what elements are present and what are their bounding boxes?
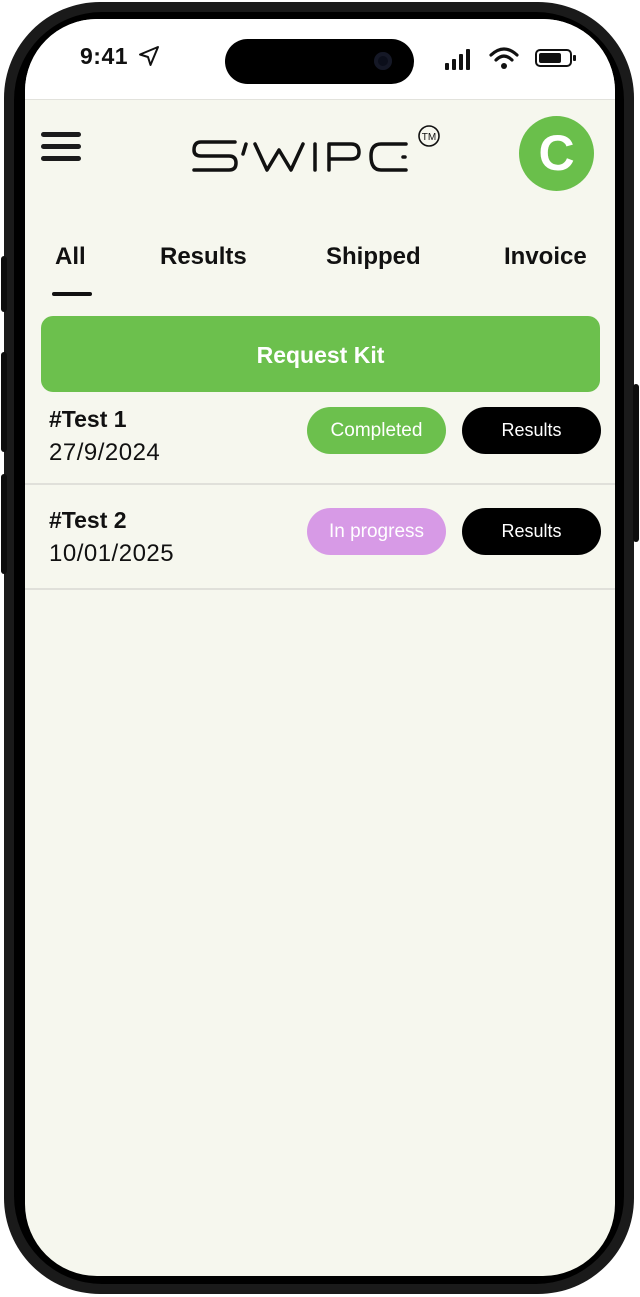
tab-shipped[interactable]: Shipped: [326, 243, 421, 271]
status-badge: In progress: [307, 508, 446, 555]
tab-all[interactable]: All: [55, 243, 86, 271]
phone-action-button: [1, 256, 7, 312]
active-tab-indicator: [52, 292, 92, 296]
test-date: 27/9/2024: [49, 439, 161, 466]
phone-volume-down-button: [1, 474, 7, 574]
request-kit-button[interactable]: Request Kit: [41, 316, 600, 392]
status-bar: 9:41: [25, 19, 615, 100]
status-badge: Completed: [307, 407, 446, 454]
swipc-logo: TM: [192, 125, 440, 172]
test-name: #Test 1: [49, 406, 127, 432]
tab-invoice[interactable]: Invoice: [504, 243, 587, 271]
dynamic-island: [225, 39, 414, 84]
wifi-icon: [489, 47, 519, 69]
front-camera: [374, 52, 392, 70]
avatar[interactable]: C: [519, 116, 594, 191]
tab-results[interactable]: Results: [160, 243, 247, 271]
results-button[interactable]: Results: [462, 508, 601, 555]
battery-icon: [535, 49, 576, 67]
test-name: #Test 2: [49, 507, 127, 533]
cellular-signal-icon: [445, 49, 470, 70]
trademark-mark: TM: [422, 132, 436, 143]
menu-icon[interactable]: [41, 132, 81, 166]
results-button[interactable]: Results: [462, 407, 601, 454]
filter-tabs: All Results Shipped Invoice: [25, 243, 615, 303]
app-screen: 9:41 TM C All Results Shipped Invoice Re…: [25, 19, 615, 1276]
location-arrow-icon: [139, 46, 159, 66]
phone-volume-up-button: [1, 352, 7, 452]
list-item: #Test 2 10/01/2025 In progress Results: [25, 485, 615, 590]
test-date: 10/01/2025: [49, 540, 175, 567]
phone-power-button: [633, 384, 639, 542]
list-item: #Test 1 27/9/2024 Completed Results: [25, 392, 615, 485]
status-time: 9:41: [80, 43, 129, 69]
